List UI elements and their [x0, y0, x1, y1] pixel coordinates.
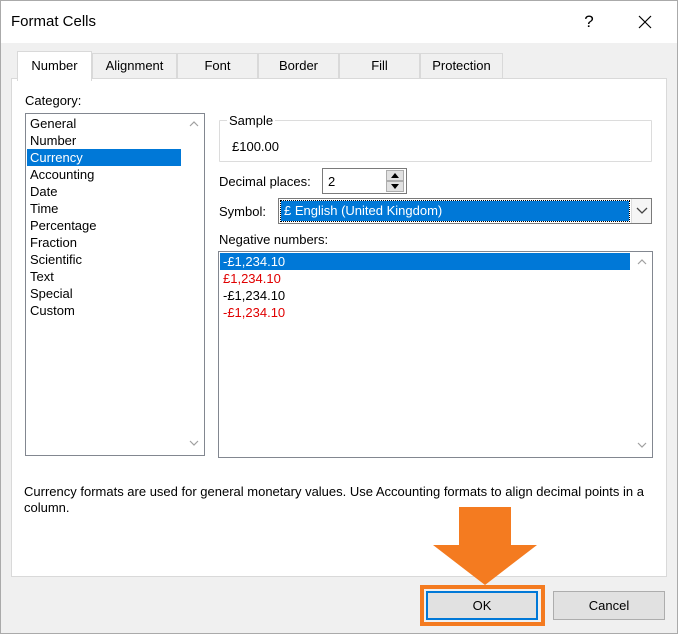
list-item[interactable]: -£1,234.10 [220, 287, 630, 304]
scroll-down-icon[interactable] [184, 435, 204, 453]
spin-up-icon [391, 173, 399, 178]
scroll-up-icon[interactable] [632, 254, 652, 272]
tab-strip: Number Alignment Font Border Fill Protec… [11, 51, 671, 81]
list-item[interactable]: Accounting [27, 166, 181, 183]
list-item[interactable]: Percentage [27, 217, 181, 234]
decimal-places-label: Decimal places: [219, 174, 311, 189]
list-item[interactable]: Text [27, 268, 181, 285]
sample-label: Sample [227, 113, 276, 128]
help-button[interactable]: ? [567, 7, 611, 37]
symbol-selected-value[interactable]: £ English (United Kingdom) [280, 200, 630, 222]
sample-value: £100.00 [232, 139, 279, 154]
cancel-button[interactable]: Cancel [553, 591, 665, 620]
list-item[interactable]: Scientific [27, 251, 181, 268]
decimal-places-value[interactable]: 2 [328, 174, 335, 189]
spin-down-icon [391, 184, 399, 189]
increment-button[interactable] [386, 170, 404, 181]
negative-numbers-scrollbar[interactable] [632, 252, 652, 457]
list-item[interactable]: Currency [27, 149, 181, 166]
list-item[interactable]: Number [27, 132, 181, 149]
list-item[interactable]: Special [27, 285, 181, 302]
symbol-label: Symbol: [219, 204, 266, 219]
dialog-title: Format Cells [11, 13, 97, 30]
number-tab-page: Category: General Number Currency Accoun… [11, 78, 667, 577]
close-button[interactable] [621, 7, 669, 37]
sample-group [219, 120, 652, 162]
tab-alignment[interactable]: Alignment [92, 53, 177, 79]
decimal-places-stepper[interactable]: 2 [322, 168, 407, 194]
list-item[interactable]: Custom [27, 302, 181, 319]
list-item[interactable]: Date [27, 183, 181, 200]
list-item[interactable]: Fraction [27, 234, 181, 251]
scroll-up-icon[interactable] [184, 116, 204, 134]
list-item[interactable]: -£1,234.10 [220, 304, 630, 321]
tab-protection[interactable]: Protection [420, 53, 503, 79]
tab-fill[interactable]: Fill [339, 53, 420, 79]
tab-font[interactable]: Font [177, 53, 258, 79]
category-scrollbar[interactable] [184, 114, 204, 455]
category-label: Category: [25, 93, 82, 108]
ok-button[interactable]: OK [426, 591, 538, 620]
category-description: Currency formats are used for general mo… [24, 484, 644, 515]
list-item[interactable]: -£1,234.10 [220, 253, 630, 270]
close-icon [638, 15, 652, 29]
negative-numbers-label: Negative numbers: [219, 232, 329, 247]
negative-numbers-list[interactable]: -£1,234.10 £1,234.10 -£1,234.10 -£1,234.… [218, 251, 653, 458]
scroll-down-icon[interactable] [632, 437, 652, 455]
format-cells-dialog: Format Cells ? Number Alignment Font Bor… [0, 0, 678, 634]
list-item[interactable]: General [27, 115, 181, 132]
arrow-down-icon [433, 507, 537, 585]
symbol-dropdown[interactable]: £ English (United Kingdom) [278, 198, 652, 224]
decrement-button[interactable] [386, 181, 404, 192]
chevron-down-icon [636, 207, 647, 214]
tab-number[interactable]: Number [17, 51, 92, 81]
category-list[interactable]: General Number Currency Accounting Date … [25, 113, 205, 456]
list-item[interactable]: Time [27, 200, 181, 217]
list-item[interactable]: £1,234.10 [220, 270, 630, 287]
dropdown-button[interactable] [631, 199, 651, 223]
tab-border[interactable]: Border [258, 53, 339, 79]
title-bar: Format Cells ? [1, 1, 677, 43]
